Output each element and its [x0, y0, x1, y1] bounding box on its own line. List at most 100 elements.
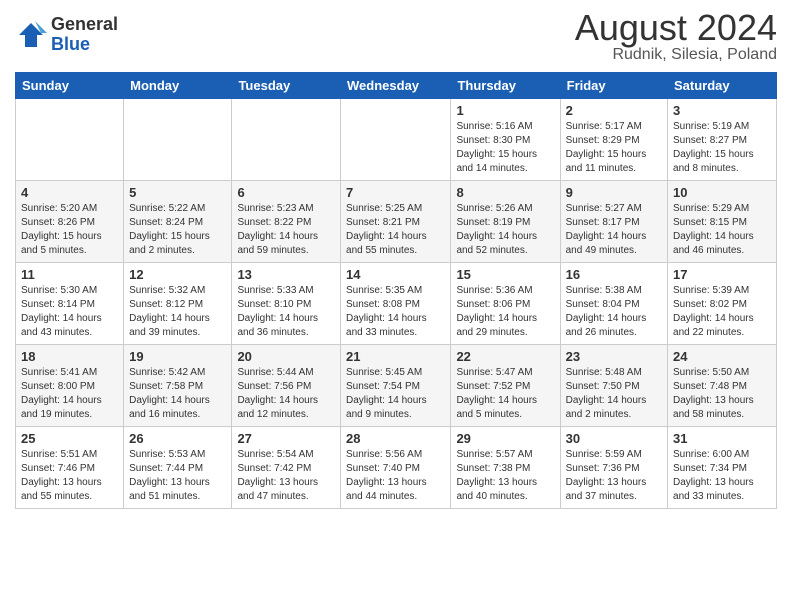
day-info: Sunrise: 5:53 AM Sunset: 7:44 PM Dayligh…: [129, 448, 226, 504]
day-cell: 14Sunrise: 5:35 AM Sunset: 8:08 PM Dayli…: [341, 263, 451, 345]
day-info: Sunrise: 5:23 AM Sunset: 8:22 PM Dayligh…: [237, 202, 335, 258]
day-cell: 22 Sunrise: 5:47 AM Sunset: 7:52 PM Dayli…: [451, 345, 560, 427]
day-info: Sunrise: 5:20 AM Sunset: 8:26 PM Dayligh…: [21, 202, 118, 258]
day-number: 28: [346, 431, 445, 446]
day-number: 6: [237, 185, 335, 200]
day-cell: [124, 99, 232, 181]
day-number: 16: [566, 267, 662, 282]
day-number: 24: [673, 349, 771, 364]
day-number: 21: [346, 349, 445, 364]
day-cell: 20 Sunrise: 5:44 AM Sunset: 7:56 PM Dayli…: [232, 345, 341, 427]
day-number: 19: [129, 349, 226, 364]
day-cell: 8Sunrise: 5:26 AM Sunset: 8:19 PM Daylig…: [451, 181, 560, 263]
day-cell: 1 Sunrise: 5:16 AM Sunset: 8:30 PM Daylig…: [451, 99, 560, 181]
day-info: Sunrise: 5:32 AM Sunset: 8:12 PM Dayligh…: [129, 284, 226, 340]
day-cell: 19 Sunrise: 5:42 AM Sunset: 7:58 PM Dayli…: [124, 345, 232, 427]
week-row-3: 11 Sunrise: 5:30 AM Sunset: 8:14 PM Dayli…: [16, 263, 777, 345]
day-info: Sunrise: 5:51 AM Sunset: 7:46 PM Dayligh…: [21, 448, 118, 504]
logo: General Blue: [15, 15, 118, 55]
day-cell: 18 Sunrise: 5:41 AM Sunset: 8:00 PM Dayli…: [16, 345, 124, 427]
day-cell: 12 Sunrise: 5:32 AM Sunset: 8:12 PM Dayli…: [124, 263, 232, 345]
day-info: Sunrise: 5:27 AM Sunset: 8:17 PM Dayligh…: [566, 202, 662, 258]
day-cell: 3Sunrise: 5:19 AM Sunset: 8:27 PM Daylig…: [668, 99, 777, 181]
day-cell: 26 Sunrise: 5:53 AM Sunset: 7:44 PM Dayli…: [124, 427, 232, 509]
day-number: 5: [129, 185, 226, 200]
day-cell: [232, 99, 341, 181]
day-cell: 23 Sunrise: 5:48 AM Sunset: 7:50 PM Dayli…: [560, 345, 667, 427]
day-cell: [16, 99, 124, 181]
day-cell: 2Sunrise: 5:17 AM Sunset: 8:29 PM Daylig…: [560, 99, 667, 181]
col-header-friday: Friday: [560, 73, 667, 99]
col-header-monday: Monday: [124, 73, 232, 99]
day-number: 4: [21, 185, 118, 200]
day-cell: 6 Sunrise: 5:23 AM Sunset: 8:22 PM Daylig…: [232, 181, 341, 263]
day-number: 26: [129, 431, 226, 446]
page-container: General Blue August 2024 Rudnik, Silesia…: [0, 0, 792, 519]
day-cell: 17 Sunrise: 5:39 AM Sunset: 8:02 PM Dayli…: [668, 263, 777, 345]
day-info: Sunrise: 5:47 AM Sunset: 7:52 PM Dayligh…: [456, 366, 554, 422]
location-subtitle: Rudnik, Silesia, Poland: [575, 46, 777, 64]
day-cell: [341, 99, 451, 181]
day-cell: 21 Sunrise: 5:45 AM Sunset: 7:54 PM Dayli…: [341, 345, 451, 427]
day-cell: 27Sunrise: 5:54 AM Sunset: 7:42 PM Dayli…: [232, 427, 341, 509]
day-cell: 28 Sunrise: 5:56 AM Sunset: 7:40 PM Dayli…: [341, 427, 451, 509]
day-number: 7: [346, 185, 445, 200]
day-cell: 29 Sunrise: 5:57 AM Sunset: 7:38 PM Dayli…: [451, 427, 560, 509]
day-info: Sunrise: 5:22 AM Sunset: 8:24 PM Dayligh…: [129, 202, 226, 258]
day-number: 13: [237, 267, 335, 282]
day-number: 29: [456, 431, 554, 446]
day-info: Sunrise: 5:48 AM Sunset: 7:50 PM Dayligh…: [566, 366, 662, 422]
day-number: 25: [21, 431, 118, 446]
logo-general-text: General: [51, 15, 118, 35]
day-number: 9: [566, 185, 662, 200]
day-number: 11: [21, 267, 118, 282]
day-number: 18: [21, 349, 118, 364]
day-info: Sunrise: 5:39 AM Sunset: 8:02 PM Dayligh…: [673, 284, 771, 340]
day-info: Sunrise: 5:50 AM Sunset: 7:48 PM Dayligh…: [673, 366, 771, 422]
day-info: Sunrise: 6:00 AM Sunset: 7:34 PM Dayligh…: [673, 448, 771, 504]
day-cell: 5 Sunrise: 5:22 AM Sunset: 8:24 PM Daylig…: [124, 181, 232, 263]
day-cell: 7Sunrise: 5:25 AM Sunset: 8:21 PM Daylig…: [341, 181, 451, 263]
day-info: Sunrise: 5:42 AM Sunset: 7:58 PM Dayligh…: [129, 366, 226, 422]
day-info: Sunrise: 5:44 AM Sunset: 7:56 PM Dayligh…: [237, 366, 335, 422]
day-info: Sunrise: 5:16 AM Sunset: 8:30 PM Dayligh…: [456, 120, 554, 176]
day-cell: 4 Sunrise: 5:20 AM Sunset: 8:26 PM Daylig…: [16, 181, 124, 263]
day-number: 2: [566, 103, 662, 118]
logo-blue-text: Blue: [51, 35, 118, 55]
day-info: Sunrise: 5:33 AM Sunset: 8:10 PM Dayligh…: [237, 284, 335, 340]
col-header-saturday: Saturday: [668, 73, 777, 99]
day-number: 23: [566, 349, 662, 364]
day-number: 1: [456, 103, 554, 118]
day-cell: 11 Sunrise: 5:30 AM Sunset: 8:14 PM Dayli…: [16, 263, 124, 345]
day-cell: 13 Sunrise: 5:33 AM Sunset: 8:10 PM Dayli…: [232, 263, 341, 345]
header-row: SundayMondayTuesdayWednesdayThursdayFrid…: [16, 73, 777, 99]
day-number: 14: [346, 267, 445, 282]
logo-text: General Blue: [51, 15, 118, 55]
header: General Blue August 2024 Rudnik, Silesia…: [15, 10, 777, 64]
day-number: 20: [237, 349, 335, 364]
logo-icon: [15, 19, 47, 51]
day-number: 30: [566, 431, 662, 446]
week-row-5: 25 Sunrise: 5:51 AM Sunset: 7:46 PM Dayli…: [16, 427, 777, 509]
day-info: Sunrise: 5:45 AM Sunset: 7:54 PM Dayligh…: [346, 366, 445, 422]
day-info: Sunrise: 5:30 AM Sunset: 8:14 PM Dayligh…: [21, 284, 118, 340]
day-cell: 31 Sunrise: 6:00 AM Sunset: 7:34 PM Dayli…: [668, 427, 777, 509]
day-info: Sunrise: 5:57 AM Sunset: 7:38 PM Dayligh…: [456, 448, 554, 504]
day-number: 17: [673, 267, 771, 282]
day-info: Sunrise: 5:56 AM Sunset: 7:40 PM Dayligh…: [346, 448, 445, 504]
day-info: Sunrise: 5:36 AM Sunset: 8:06 PM Dayligh…: [456, 284, 554, 340]
day-cell: 15Sunrise: 5:36 AM Sunset: 8:06 PM Dayli…: [451, 263, 560, 345]
day-number: 31: [673, 431, 771, 446]
col-header-wednesday: Wednesday: [341, 73, 451, 99]
day-number: 12: [129, 267, 226, 282]
day-info: Sunrise: 5:59 AM Sunset: 7:36 PM Dayligh…: [566, 448, 662, 504]
day-cell: 25 Sunrise: 5:51 AM Sunset: 7:46 PM Dayli…: [16, 427, 124, 509]
col-header-tuesday: Tuesday: [232, 73, 341, 99]
day-cell: 24 Sunrise: 5:50 AM Sunset: 7:48 PM Dayli…: [668, 345, 777, 427]
day-number: 3: [673, 103, 771, 118]
day-number: 22: [456, 349, 554, 364]
week-row-2: 4 Sunrise: 5:20 AM Sunset: 8:26 PM Daylig…: [16, 181, 777, 263]
week-row-1: 1 Sunrise: 5:16 AM Sunset: 8:30 PM Daylig…: [16, 99, 777, 181]
day-cell: 9 Sunrise: 5:27 AM Sunset: 8:17 PM Daylig…: [560, 181, 667, 263]
day-info: Sunrise: 5:41 AM Sunset: 8:00 PM Dayligh…: [21, 366, 118, 422]
